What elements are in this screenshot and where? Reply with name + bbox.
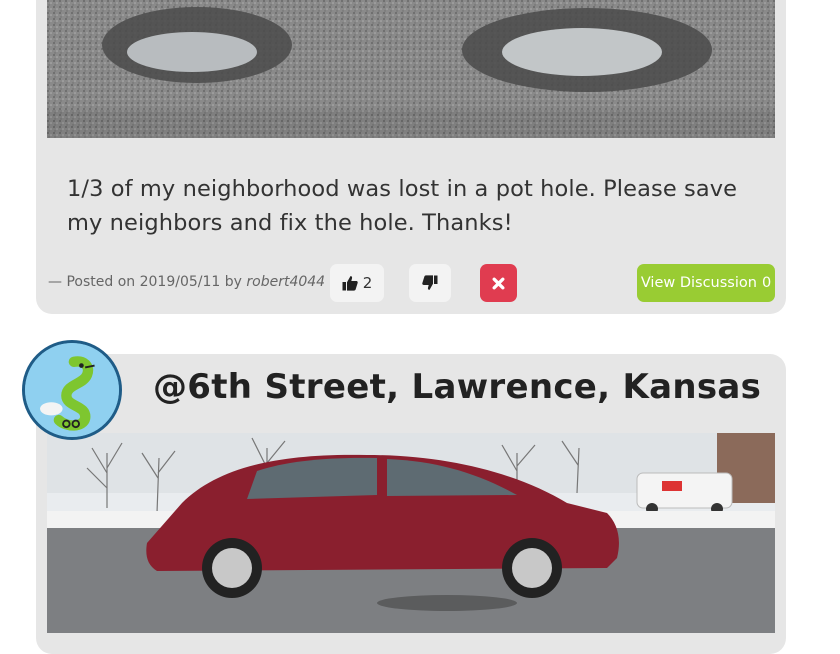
view-discussion-button[interactable]: View Discussion 0 [637,264,775,302]
by-label: by [224,274,242,290]
post-meta: — Posted on 2019/05/11 by robert4044 [48,274,325,290]
like-count: 2 [362,274,373,292]
post-date: 2019/05/11 [139,274,221,290]
post-card: @6th Street, Lawrence, Kansas [36,354,786,654]
thumbs-down-icon [422,275,438,291]
post-title: @6th Street, Lawrence, Kansas [153,367,762,407]
delete-button[interactable] [480,264,517,302]
post-author-link[interactable]: robert4044 [246,274,325,290]
post-card: 1/3 of my neighborhood was lost in a pot… [36,0,786,314]
like-button[interactable]: 2 [330,264,384,302]
post-description: 1/3 of my neighborhood was lost in a pot… [67,176,738,236]
thumbs-up-icon [342,275,358,291]
snake-mascot-icon [25,343,119,437]
view-discussion-label: View Discussion [640,275,757,291]
dislike-button[interactable] [409,264,451,302]
close-icon [492,277,505,290]
posted-prefix: — Posted on [48,274,136,290]
post-photo-car [47,433,775,633]
discussion-count: 0 [761,275,772,291]
user-avatar[interactable] [22,340,122,440]
post-photo-potholes [47,0,775,138]
